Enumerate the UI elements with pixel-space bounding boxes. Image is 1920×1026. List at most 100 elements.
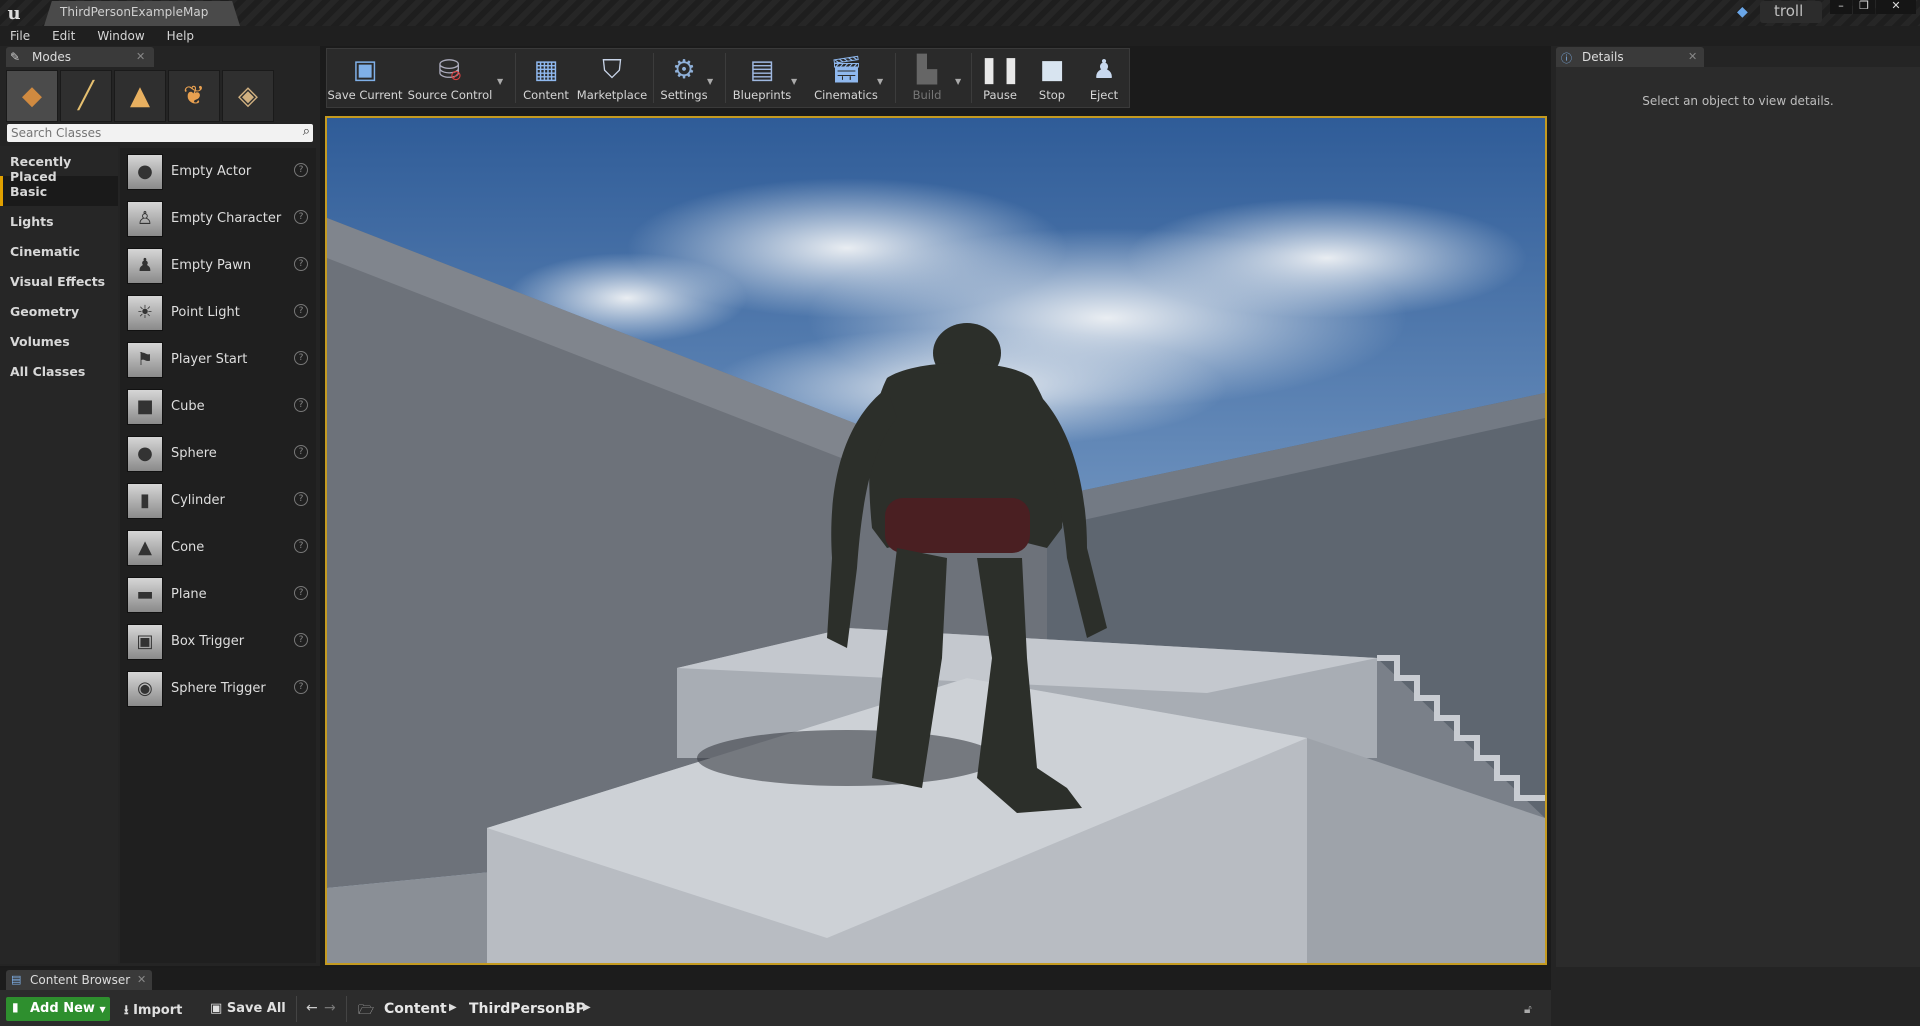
pause-icon: ❚❚	[978, 55, 1022, 85]
cylinder-icon: ▮	[127, 482, 163, 519]
new-file-icon: ▮	[12, 1000, 19, 1014]
geometry-mode-icon[interactable]: ◈	[222, 70, 274, 122]
category-visual-effects[interactable]: Visual Effects	[0, 266, 118, 296]
list-item[interactable]: ◉ Sphere Trigger?	[120, 665, 316, 712]
close-window-button[interactable]: ✕	[1876, 0, 1916, 14]
restore-button[interactable]: ❐	[1853, 0, 1875, 14]
marketplace-bag-icon: ⛉	[602, 54, 622, 85]
chevron-right-icon[interactable]: ▶	[449, 1002, 457, 1013]
list-item[interactable]: ♟ Empty Pawn?	[120, 242, 316, 289]
lock-icon[interactable]: 🔓︎	[1524, 1002, 1532, 1017]
map-tab[interactable]: ThirdPersonExampleMap	[44, 1, 240, 26]
import-button[interactable]: ⭳ Import	[124, 1001, 182, 1023]
help-icon[interactable]: ?	[294, 680, 308, 694]
list-item[interactable]: ■ Cube?	[120, 383, 316, 430]
breadcrumb-content[interactable]: Content	[384, 1001, 447, 1017]
search-classes-input[interactable]	[11, 125, 291, 141]
category-cinematic[interactable]: Cinematic	[0, 236, 118, 266]
category-geometry[interactable]: Geometry	[0, 296, 118, 326]
marketplace-button[interactable]: ⛉ Marketplace	[577, 49, 647, 107]
modes-icon: ✎	[10, 50, 21, 64]
modes-tab[interactable]: Modes	[6, 47, 154, 67]
content-browser-tab[interactable]: Content Browser	[6, 970, 152, 990]
list-item[interactable]: ♙ Empty Character?	[120, 195, 316, 242]
category-volumes[interactable]: Volumes	[0, 326, 118, 356]
list-item[interactable]: ▲ Cone?	[120, 524, 316, 571]
toolbar-separator	[653, 53, 654, 103]
stop-button[interactable]: ■ Stop	[1027, 49, 1077, 107]
level-viewport[interactable]	[325, 116, 1547, 965]
help-icon[interactable]: ?	[294, 586, 308, 600]
breadcrumb-thirdpersonbp[interactable]: ThirdPersonBP	[469, 1001, 586, 1017]
chevron-down-icon[interactable]: ▼	[497, 77, 503, 86]
cinematics-button[interactable]: 🎬︎ Cinematics	[809, 49, 883, 107]
search-icon[interactable]: ⌕	[303, 124, 310, 139]
save-all-label: Save All	[226, 1001, 286, 1016]
place-mode-icon[interactable]: ◆	[6, 70, 58, 122]
category-all-classes[interactable]: All Classes	[0, 356, 118, 386]
settings-label: Settings	[660, 88, 708, 102]
details-empty-message: Select an object to view details.	[1642, 94, 1834, 108]
eject-button[interactable]: ♟ Eject	[1079, 49, 1129, 107]
chevron-down-icon[interactable]: ▼	[877, 77, 883, 86]
list-item[interactable]: ▣ Box Trigger?	[120, 618, 316, 665]
menu-window[interactable]: Window	[97, 29, 144, 43]
menu-help[interactable]: Help	[167, 29, 194, 43]
list-item[interactable]: ▮ Cylinder?	[120, 477, 316, 524]
chevron-down-icon[interactable]: ▼	[707, 77, 713, 86]
paint-mode-icon[interactable]: ╱	[60, 70, 112, 122]
help-icon[interactable]: ?	[294, 210, 308, 224]
settings-button[interactable]: ⚙ Settings	[657, 49, 711, 107]
plane-icon: ▬	[127, 576, 163, 613]
help-icon[interactable]: ?	[294, 163, 308, 177]
list-item[interactable]: ● Empty Actor?	[120, 148, 316, 195]
toolbar-separator	[346, 996, 347, 1022]
menu-edit[interactable]: Edit	[52, 29, 75, 43]
landscape-mode-icon[interactable]: ▲	[114, 70, 166, 122]
help-icon[interactable]: ?	[294, 257, 308, 271]
help-icon[interactable]: ?	[294, 304, 308, 318]
source-control-button[interactable]: ⛁ ⊘ Source Control	[408, 49, 493, 107]
list-item[interactable]: ● Sphere?	[120, 430, 316, 477]
category-lights[interactable]: Lights	[0, 206, 118, 236]
minimize-button[interactable]: –	[1830, 0, 1852, 14]
help-icon[interactable]: ?	[294, 398, 308, 412]
folder-icon[interactable]: 🗁︎	[358, 1001, 374, 1023]
blueprints-button[interactable]: ▤ Blueprints	[729, 49, 795, 107]
learn-icon[interactable]: ◆	[1737, 4, 1755, 22]
chevron-down-icon[interactable]: ▼	[791, 77, 797, 86]
save-all-button[interactable]: ▣ Save All	[210, 1001, 286, 1016]
save-current-button[interactable]: ▣ Save Current	[327, 49, 402, 107]
title-bar	[0, 0, 1920, 26]
list-item[interactable]: ▬ Plane?	[120, 571, 316, 618]
item-label: Cube	[171, 399, 205, 414]
help-icon[interactable]: ?	[294, 445, 308, 459]
item-label: Sphere Trigger	[171, 681, 266, 696]
help-icon[interactable]: ?	[294, 539, 308, 553]
help-icon[interactable]: ?	[294, 351, 308, 365]
help-icon[interactable]: ?	[294, 492, 308, 506]
close-icon[interactable]: ✕	[136, 50, 145, 63]
details-tab[interactable]: Details	[1556, 47, 1704, 67]
chevron-right-icon[interactable]: ▶	[583, 1002, 591, 1013]
help-icon[interactable]: ?	[294, 633, 308, 647]
list-item[interactable]: ⚑ Player Start?	[120, 336, 316, 383]
item-label: Empty Actor	[171, 164, 252, 179]
category-recently-placed[interactable]: Recently Placed	[0, 146, 118, 184]
level-editor-toolbar: ▣ Save Current ⛁ ⊘ Source Control ▼ ▦ Con…	[326, 48, 1130, 108]
chevron-down-icon[interactable]: ▼	[955, 77, 961, 86]
add-new-button[interactable]: Add New ▼	[6, 997, 110, 1021]
close-icon[interactable]: ✕	[1688, 50, 1697, 63]
user-badge[interactable]: troll	[1760, 1, 1822, 23]
forward-arrow-icon[interactable]: →	[324, 1000, 336, 1016]
foliage-mode-icon[interactable]: ❦	[168, 70, 220, 122]
build-button[interactable]: ▙ Build	[899, 49, 955, 107]
close-icon[interactable]: ✕	[137, 973, 146, 986]
list-item[interactable]: ☀ Point Light?	[120, 289, 316, 336]
menu-file[interactable]: File	[10, 29, 30, 43]
clapperboard-icon: 🎬︎	[829, 55, 863, 85]
content-button[interactable]: ▦ Content	[519, 49, 573, 107]
back-arrow-icon[interactable]: ←	[306, 1000, 318, 1016]
pause-button[interactable]: ❚❚ Pause	[975, 49, 1025, 107]
eject-person-icon: ♟	[1092, 55, 1116, 85]
